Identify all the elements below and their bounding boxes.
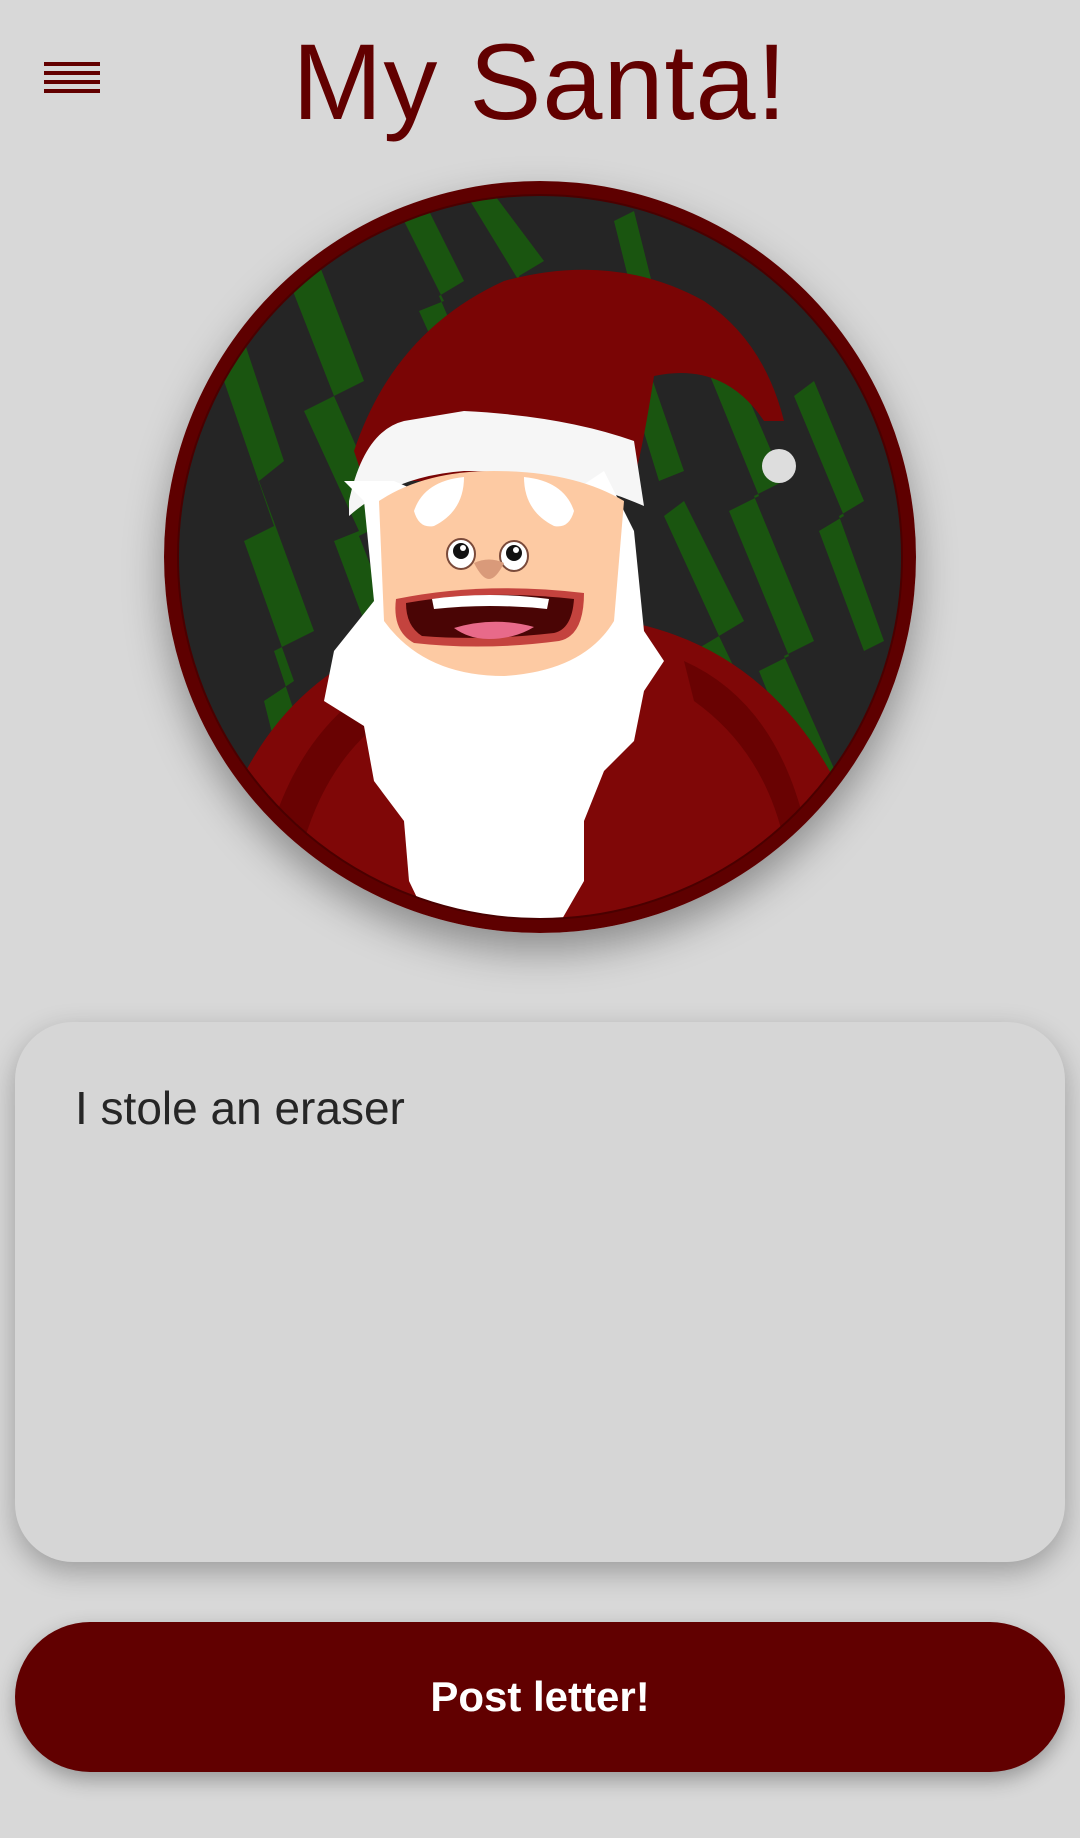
letter-card: I stole an eraser	[15, 1022, 1065, 1562]
letter-text-input[interactable]: I stole an eraser	[75, 1080, 1005, 1520]
app-screen: My Santa! I stole an eraser Post letter!	[0, 0, 1080, 1838]
page-title: My Santa!	[292, 21, 788, 142]
post-letter-button[interactable]: Post letter!	[15, 1622, 1065, 1772]
santa-avatar-icon	[164, 181, 916, 933]
santa-avatar	[164, 181, 916, 933]
